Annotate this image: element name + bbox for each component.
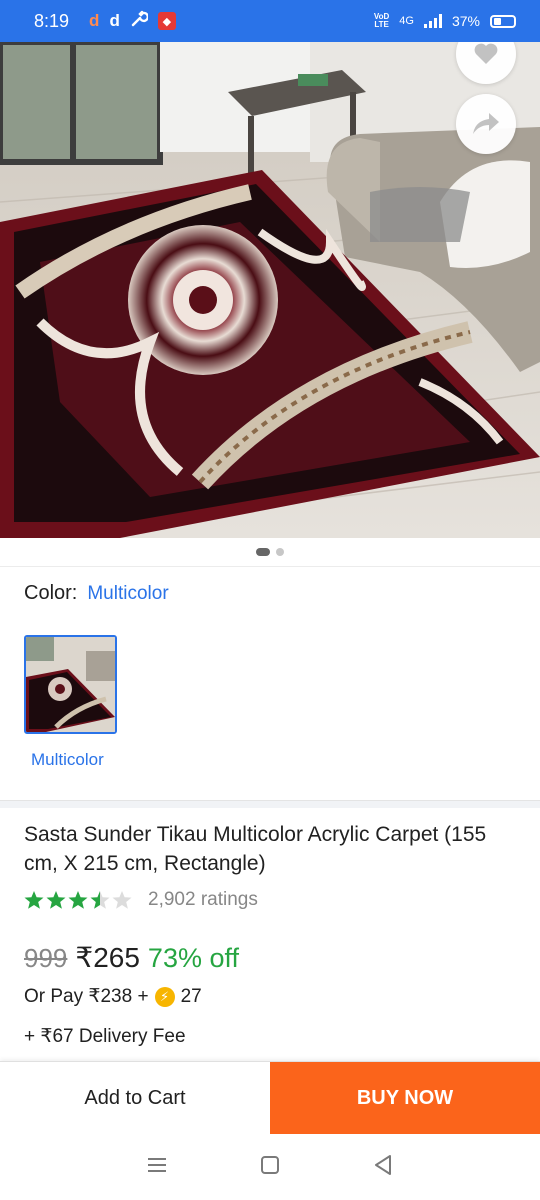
share-button[interactable]	[456, 94, 516, 154]
discount-percent: 73% off	[147, 943, 239, 973]
color-selector-row: Color: Multicolor	[24, 582, 169, 605]
home-icon	[260, 1155, 280, 1180]
wishlist-heart-icon	[473, 42, 499, 66]
ratings-count: 2,902 ratings	[148, 889, 258, 910]
star-half-icon	[90, 891, 110, 909]
wrench-icon	[130, 10, 149, 33]
color-label: Color:	[24, 582, 78, 604]
product-title: Sasta Sunder Tikau Multicolor Acrylic Ca…	[24, 823, 487, 875]
delivery-fee: + ₹67 Delivery Fee	[24, 1026, 186, 1047]
pay-prefix: Or Pay ₹238 +	[24, 986, 149, 1007]
star-icon	[68, 891, 88, 909]
selected-color: Multicolor	[87, 583, 169, 604]
signal-icon	[423, 14, 442, 28]
carousel-dots	[0, 548, 540, 556]
home-button[interactable]	[250, 1147, 290, 1187]
star-empty-icon	[112, 891, 132, 909]
menu-icon	[146, 1156, 168, 1179]
rating-row[interactable]: 2,902 ratings	[24, 889, 258, 911]
color-swatch-label[interactable]: Multicolor	[31, 750, 104, 770]
star-icon	[46, 891, 66, 909]
mrp-price: 999	[24, 943, 68, 973]
price-row: 999 ₹265 73% off	[24, 941, 239, 974]
status-bar: 8:19 d d ◆ VoD LTE 4G 37%	[0, 0, 540, 42]
system-nav-bar	[0, 1134, 540, 1200]
back-button[interactable]	[363, 1147, 403, 1187]
share-icon	[471, 111, 501, 137]
buy-now-button[interactable]: BUY NOW	[270, 1062, 540, 1134]
coin-count: 27	[180, 985, 202, 1007]
supercoin-pay-row: Or Pay ₹238 + ⚡ 27	[24, 985, 202, 1008]
product-image[interactable]	[0, 42, 540, 538]
selling-price: ₹265	[75, 942, 140, 973]
star-icon	[24, 891, 44, 909]
notification-d-icon: d	[89, 11, 100, 30]
battery-icon	[490, 14, 516, 28]
status-time: 8:19	[34, 10, 70, 31]
star-rating	[24, 889, 134, 911]
back-icon	[373, 1154, 393, 1181]
volte-icon: VoD LTE	[373, 12, 390, 29]
battery-percent: 37%	[451, 13, 480, 29]
section-separator	[0, 800, 540, 808]
menu-button[interactable]	[137, 1147, 177, 1187]
supercoin-icon: ⚡	[154, 986, 175, 1007]
carousel-dot[interactable]	[276, 548, 284, 556]
app-notification-icon: ◆	[157, 12, 176, 30]
divider	[0, 566, 540, 567]
network-type: 4G	[399, 15, 414, 27]
bottom-action-bar: Add to Cart BUY NOW	[0, 1061, 540, 1134]
color-swatch-multicolor[interactable]	[24, 635, 117, 734]
add-to-cart-button[interactable]: Add to Cart	[0, 1062, 270, 1134]
notification-d-icon-2: d	[109, 11, 120, 30]
carousel-dot-active[interactable]	[256, 548, 270, 556]
